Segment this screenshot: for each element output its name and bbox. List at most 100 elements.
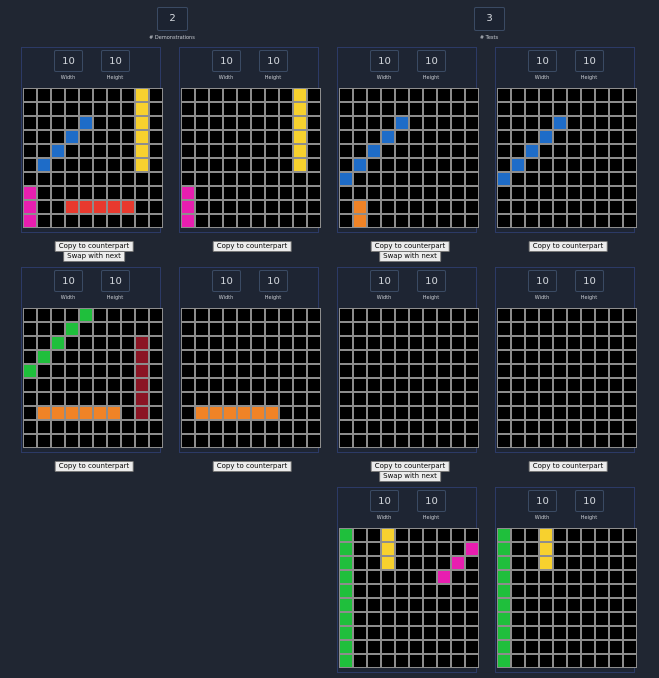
- grid-cell[interactable]: [525, 308, 539, 322]
- grid-cell[interactable]: [149, 116, 163, 130]
- grid-cell[interactable]: [595, 200, 609, 214]
- grid-cell[interactable]: [353, 654, 367, 668]
- grid-cell[interactable]: [251, 350, 265, 364]
- grid-cell[interactable]: [395, 406, 409, 420]
- grid-cell[interactable]: [623, 214, 637, 228]
- grid-cell[interactable]: [595, 598, 609, 612]
- grid-cell[interactable]: [209, 378, 223, 392]
- grid-cell[interactable]: [437, 392, 451, 406]
- grid-cell[interactable]: [51, 158, 65, 172]
- grid-cell[interactable]: [353, 392, 367, 406]
- grid-cell[interactable]: [609, 172, 623, 186]
- grid-cell[interactable]: [539, 364, 553, 378]
- grid-cell[interactable]: [423, 144, 437, 158]
- grid-cell[interactable]: [595, 364, 609, 378]
- grid-cell[interactable]: [223, 200, 237, 214]
- grid-cell[interactable]: [149, 322, 163, 336]
- grid-cell[interactable]: [511, 308, 525, 322]
- grid-cell[interactable]: [423, 556, 437, 570]
- grid-cell[interactable]: [251, 378, 265, 392]
- grid-cell[interactable]: [437, 144, 451, 158]
- grid-cell[interactable]: [51, 336, 65, 350]
- grid-cell[interactable]: [195, 336, 209, 350]
- grid-cell[interactable]: [339, 654, 353, 668]
- grid-cell[interactable]: [567, 158, 581, 172]
- grid-cell[interactable]: [381, 200, 395, 214]
- grid-cell[interactable]: [623, 570, 637, 584]
- grid-cell[interactable]: [465, 214, 479, 228]
- grid-cell[interactable]: [609, 102, 623, 116]
- grid-cell[interactable]: [121, 172, 135, 186]
- grid-cell[interactable]: [539, 214, 553, 228]
- grid-cell[interactable]: [251, 308, 265, 322]
- grid-cell[interactable]: [195, 378, 209, 392]
- grid-cell[interactable]: [409, 158, 423, 172]
- grid-cell[interactable]: [525, 350, 539, 364]
- grid-cell[interactable]: [51, 392, 65, 406]
- grid-cell[interactable]: [539, 392, 553, 406]
- grid-cell[interactable]: [293, 322, 307, 336]
- grid-cell[interactable]: [195, 308, 209, 322]
- grid-cell[interactable]: [237, 102, 251, 116]
- grid-cell[interactable]: [609, 528, 623, 542]
- grid-cell[interactable]: [423, 116, 437, 130]
- grid-cell[interactable]: [511, 214, 525, 228]
- grid-cell[interactable]: [395, 598, 409, 612]
- grid-cell[interactable]: [525, 434, 539, 448]
- grid-cell[interactable]: [79, 336, 93, 350]
- grid-cell[interactable]: [395, 322, 409, 336]
- grid-cell[interactable]: [567, 392, 581, 406]
- grid-cell[interactable]: [121, 214, 135, 228]
- height-input[interactable]: 10: [417, 270, 446, 292]
- grid-cell[interactable]: [93, 350, 107, 364]
- grid-cell[interactable]: [623, 640, 637, 654]
- grid-cell[interactable]: [121, 420, 135, 434]
- grid-cell[interactable]: [423, 350, 437, 364]
- height-input[interactable]: 10: [417, 50, 446, 72]
- grid-cell[interactable]: [525, 654, 539, 668]
- grid-cell[interactable]: [65, 378, 79, 392]
- grid-cell[interactable]: [451, 570, 465, 584]
- grid-cell[interactable]: [149, 200, 163, 214]
- grid-cell[interactable]: [293, 200, 307, 214]
- grid-cell[interactable]: [181, 144, 195, 158]
- grid-cell[interactable]: [423, 434, 437, 448]
- grid-cell[interactable]: [539, 308, 553, 322]
- grid-cell[interactable]: [79, 200, 93, 214]
- grid-cell[interactable]: [465, 640, 479, 654]
- grid-cell[interactable]: [623, 598, 637, 612]
- grid-cell[interactable]: [497, 626, 511, 640]
- grid-cell[interactable]: [409, 542, 423, 556]
- grid-cell[interactable]: [595, 214, 609, 228]
- grid-cell[interactable]: [339, 336, 353, 350]
- grid-cell[interactable]: [581, 158, 595, 172]
- grid-cell[interactable]: [395, 584, 409, 598]
- grid-cell[interactable]: [511, 584, 525, 598]
- grid-cell[interactable]: [409, 420, 423, 434]
- grid-cell[interactable]: [339, 102, 353, 116]
- grid-cell[interactable]: [581, 88, 595, 102]
- grid-cell[interactable]: [209, 364, 223, 378]
- swap-with-next-button[interactable]: Swap with next: [379, 251, 441, 262]
- grid-cell[interactable]: [465, 116, 479, 130]
- grid-cell[interactable]: [23, 336, 37, 350]
- grid-cell[interactable]: [93, 378, 107, 392]
- grid-cell[interactable]: [223, 158, 237, 172]
- grid-cell[interactable]: [339, 542, 353, 556]
- grid-cell[interactable]: [367, 102, 381, 116]
- grid-cell[interactable]: [265, 144, 279, 158]
- grid-cell[interactable]: [497, 612, 511, 626]
- grid-cell[interactable]: [37, 88, 51, 102]
- grid-cell[interactable]: [37, 406, 51, 420]
- grid-cell[interactable]: [107, 392, 121, 406]
- grid-cell[interactable]: [237, 378, 251, 392]
- grid-cell[interactable]: [339, 144, 353, 158]
- grid-cell[interactable]: [581, 102, 595, 116]
- grid-cell[interactable]: [93, 214, 107, 228]
- grid-cell[interactable]: [23, 172, 37, 186]
- grid-cell[interactable]: [353, 434, 367, 448]
- grid-cell[interactable]: [437, 406, 451, 420]
- grid-cell[interactable]: [497, 214, 511, 228]
- grid-cell[interactable]: [423, 584, 437, 598]
- grid-cell[interactable]: [409, 172, 423, 186]
